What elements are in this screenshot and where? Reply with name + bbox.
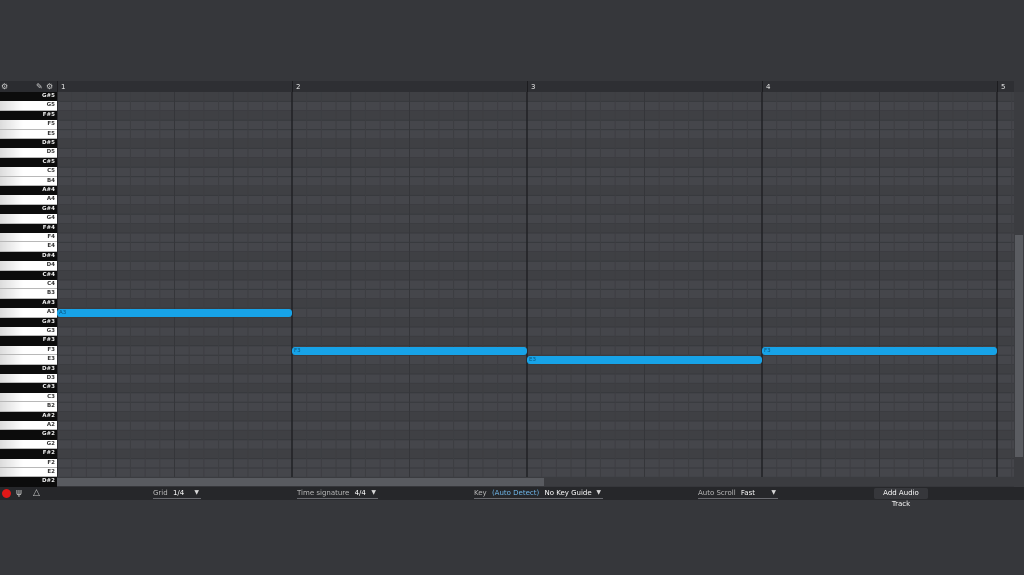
piano-key[interactable]: B3 xyxy=(0,289,57,299)
piano-key[interactable]: D3 xyxy=(0,374,57,384)
black-key-row xyxy=(57,204,1014,215)
bar-number: 2 xyxy=(292,81,300,92)
piano-key[interactable]: A#4 xyxy=(0,186,57,196)
piano-key[interactable]: G5 xyxy=(0,101,57,111)
piano-key[interactable]: A#2 xyxy=(0,411,57,421)
black-key-row xyxy=(57,223,1014,233)
tuning-fork-icon[interactable]: ψ xyxy=(16,487,22,500)
gear-icon[interactable]: ⚙ xyxy=(1,81,8,92)
add-audio-track-button[interactable]: Add Audio Track xyxy=(874,488,928,508)
black-key-row xyxy=(57,251,1014,262)
black-key-row xyxy=(57,449,1014,459)
piano-key[interactable]: C4 xyxy=(0,280,57,290)
black-key-row xyxy=(57,270,1014,280)
piano-key[interactable]: E2 xyxy=(0,468,57,478)
metronome-icon[interactable]: △ xyxy=(33,487,40,500)
midi-note[interactable]: A3 xyxy=(57,308,292,317)
piano-key[interactable]: G2 xyxy=(0,439,57,450)
key-value: No Key Guide xyxy=(544,489,592,497)
piano-key[interactable]: E5 xyxy=(0,129,57,139)
record-icon[interactable] xyxy=(2,489,11,498)
black-key-row xyxy=(57,186,1014,196)
piano-key[interactable]: C3 xyxy=(0,392,57,403)
piano-key[interactable]: D#3 xyxy=(0,364,57,374)
piano-key[interactable]: A#3 xyxy=(0,298,57,309)
piano-key[interactable]: G4 xyxy=(0,214,57,224)
piano-key[interactable]: F#5 xyxy=(0,110,57,121)
bar-number: 4 xyxy=(762,81,770,92)
grid-select[interactable]: Grid 1/4 ▼ xyxy=(153,487,201,500)
grid-label: Grid xyxy=(153,489,168,497)
black-key-row xyxy=(57,364,1014,374)
piano-key[interactable]: C5 xyxy=(0,167,57,177)
piano-key[interactable]: G#4 xyxy=(0,204,57,215)
piano-roll-editor: ⚙ ✎ ⚙ 12345 G#5 G5 F#5 F5 E5 D#5 D5 C#5 C5 B4 A#4 A… xyxy=(0,0,1024,575)
black-key-row xyxy=(57,139,1014,149)
bottom-toolbar: ψ △ Grid 1/4 ▼ Time signature 4/4 ▼ Key … xyxy=(0,487,1024,508)
piano-key[interactable]: G#3 xyxy=(0,317,57,327)
piano-key[interactable]: F5 xyxy=(0,120,57,130)
piano-key[interactable]: F#2 xyxy=(0,449,57,459)
piano-key[interactable]: F3 xyxy=(0,345,57,356)
piano-key[interactable]: F#3 xyxy=(0,336,57,346)
piano-key[interactable]: F#4 xyxy=(0,223,57,233)
horizontal-scroll-thumb[interactable] xyxy=(57,478,544,486)
piano-key[interactable]: D#4 xyxy=(0,251,57,262)
piano-key[interactable]: C#4 xyxy=(0,270,57,280)
bar-number: 5 xyxy=(997,81,1005,92)
black-key-row xyxy=(57,298,1014,309)
piano-key[interactable]: D4 xyxy=(0,261,57,271)
key-label: Key xyxy=(474,489,487,497)
piano-key[interactable]: A2 xyxy=(0,421,57,431)
piano-key[interactable]: C#5 xyxy=(0,157,57,168)
piano-key[interactable]: B2 xyxy=(0,402,57,412)
piano-key[interactable]: B4 xyxy=(0,176,57,186)
piano-keyboard[interactable]: G#5 G5 F#5 F5 E5 D#5 D5 C#5 C5 B4 A#4 A4 G#4 G4 F#4 F4 E… xyxy=(0,92,57,487)
black-key-row xyxy=(57,336,1014,346)
piano-key[interactable]: C#3 xyxy=(0,383,57,393)
horizontal-scrollbar[interactable] xyxy=(57,477,1014,486)
black-key-row xyxy=(57,411,1014,421)
bar-number: 1 xyxy=(57,81,65,92)
piano-key[interactable]: F4 xyxy=(0,233,57,243)
piano-key[interactable]: G3 xyxy=(0,327,57,337)
key-select[interactable]: Key (Auto Detect) No Key Guide ▼ xyxy=(474,487,603,500)
time-signature-label: Time signature xyxy=(297,489,350,497)
piano-key[interactable]: F2 xyxy=(0,458,57,468)
piano-key[interactable]: D#5 xyxy=(0,139,57,149)
midi-note[interactable]: F3 xyxy=(292,346,527,355)
gear-icon[interactable]: ⚙ xyxy=(46,81,53,92)
black-key-row xyxy=(57,430,1014,440)
vertical-scrollbar[interactable] xyxy=(1014,92,1024,487)
piano-key[interactable]: A3 xyxy=(0,308,57,318)
midi-note[interactable]: E3 xyxy=(527,355,762,364)
note-grid[interactable]: A3 F3 E3 F3 xyxy=(57,92,1014,477)
auto-scroll-select[interactable]: Auto Scroll Fast ▼ xyxy=(698,487,778,500)
piano-key[interactable]: A4 xyxy=(0,195,57,205)
bar-number: 3 xyxy=(527,81,535,92)
piano-key[interactable]: G#5 xyxy=(0,92,57,102)
grid-value: 1/4 xyxy=(172,489,185,497)
key-auto-detect: (Auto Detect) xyxy=(491,489,540,497)
auto-scroll-label: Auto Scroll xyxy=(698,489,736,497)
piano-key[interactable]: E3 xyxy=(0,355,57,365)
black-key-row xyxy=(57,110,1014,121)
vertical-scroll-thumb[interactable] xyxy=(1015,235,1023,457)
auto-scroll-value: Fast xyxy=(740,489,755,497)
time-signature-select[interactable]: Time signature 4/4 ▼ xyxy=(297,487,378,500)
midi-note[interactable]: F3 xyxy=(762,346,997,355)
piano-key[interactable]: D#2 xyxy=(0,477,57,487)
black-key-row xyxy=(57,92,1014,102)
keyboard-header: ⚙ ✎ ⚙ xyxy=(0,81,57,92)
piano-key[interactable]: E4 xyxy=(0,242,57,252)
time-signature-value: 4/4 xyxy=(354,489,366,497)
piano-key[interactable]: D5 xyxy=(0,148,57,158)
black-key-row xyxy=(57,157,1014,168)
timeline-ruler[interactable]: 1 2 3 4 5 xyxy=(57,81,1014,92)
black-key-row xyxy=(57,317,1014,327)
piano-key[interactable]: G#2 xyxy=(0,430,57,440)
black-key-row xyxy=(57,383,1014,393)
grid-lines xyxy=(57,92,1014,477)
pencil-icon[interactable]: ✎ xyxy=(36,81,43,92)
